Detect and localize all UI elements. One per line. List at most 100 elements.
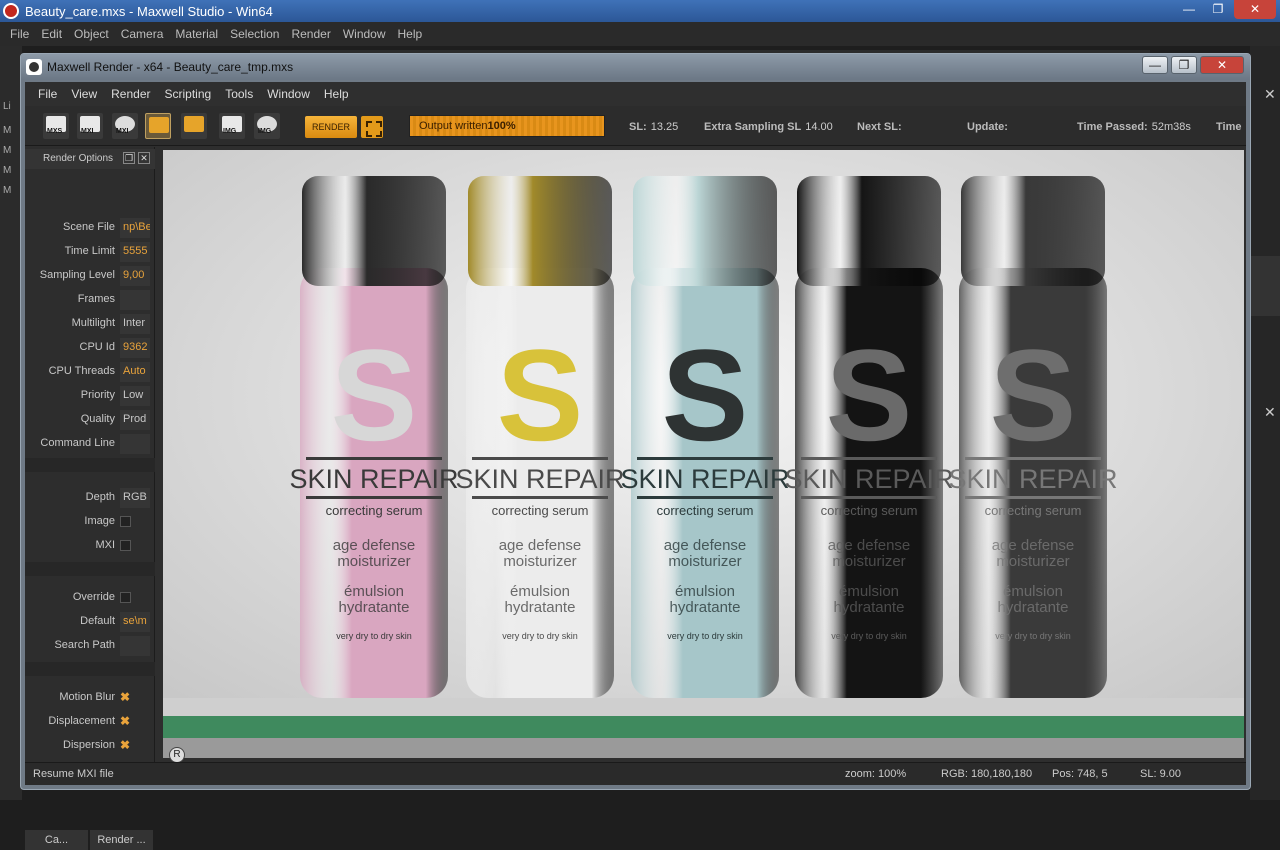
studio-menu-help[interactable]: Help [392,27,429,41]
bottle-logo-letter: S [662,322,749,468]
option-checkbox-mxi[interactable] [120,540,131,551]
render-options-panel: Render Options ❐ ✕ Scene File np\Be Time L… [25,147,155,850]
option-row-command-line: Command Line [25,434,155,454]
option-field-search-path[interactable] [120,636,150,656]
option-row-displacement: Displacement ✖ [25,712,155,732]
option-field-multilight[interactable]: Inter [120,314,150,334]
panel-tabs: Ca... Render ... [25,830,155,850]
studio-menu-material[interactable]: Material [169,27,224,41]
bottle-cap [302,176,446,286]
bottle-logo-letter: S [990,322,1077,468]
studio-menu-window[interactable]: Window [337,27,392,41]
film-strip-icon[interactable] [145,113,171,139]
option-checkbox-image[interactable] [120,516,131,527]
studio-menu-render[interactable]: Render [285,27,336,41]
panel-separator [25,562,155,576]
stat-next-sl: Next SL: [857,121,902,133]
option-label-mxi: MXI [95,539,115,551]
studio-left-dock: Li M M M M [0,46,22,800]
option-row-scene-file: Scene File np\Be [25,218,155,238]
studio-minimize-button[interactable]: — [1176,0,1202,19]
save-image-icon[interactable]: IMG [219,113,245,139]
tab-camera[interactable]: Ca... [25,830,88,850]
status-rgb: RGB: 180,180,180 [941,768,1033,780]
studio-dock-close-icon[interactable]: ✕ [1264,404,1276,421]
option-label-sampling-level: Sampling Level [39,269,115,281]
studio-maximize-button[interactable]: ❐ [1205,0,1231,19]
option-row-sampling-level: Sampling Level 9,00 [25,266,155,286]
studio-right-dock: ✕ ✕ [1250,46,1280,800]
open-mxs-icon[interactable]: MXS [43,113,69,139]
maxwell-minimize-button[interactable]: — [1142,56,1168,74]
studio-menu-selection[interactable]: Selection [224,27,285,41]
maxwell-maximize-button[interactable]: ❐ [1171,56,1197,74]
menu-view[interactable]: View [64,87,104,101]
option-row-time-limit: Time Limit 5555 [25,242,155,262]
studio-dock-close-icon[interactable]: ✕ [1264,86,1276,103]
option-checkbox-override[interactable] [120,592,131,603]
studio-close-button[interactable]: ✕ [1234,0,1276,19]
option-row-motion-blur: Motion Blur ✖ [25,688,155,708]
option-toggle-displacement[interactable]: ✖ [120,714,130,728]
menu-render[interactable]: Render [104,87,157,101]
option-field-time-limit[interactable]: 5555 [120,242,150,262]
bottle-description: hydratante [505,599,576,616]
menu-tools[interactable]: Tools [218,87,260,101]
bottle-description: age defense [664,537,747,554]
panel-close-icon[interactable]: ✕ [138,152,150,164]
maxwell-render-logo-icon [26,59,42,75]
option-label-depth: Depth [85,491,115,503]
shelf-edge [163,716,1244,738]
bottle-rule [965,496,1101,499]
option-field-depth[interactable]: RGB [120,488,150,508]
panel-separator [25,662,155,676]
menu-scripting[interactable]: Scripting [158,87,219,101]
option-field-cpu-id[interactable]: 9362 [120,338,150,358]
option-field-frames[interactable] [120,290,150,310]
studio-menu-file[interactable]: File [4,27,35,41]
status-message: Resume MXI file [33,768,114,780]
option-label-command-line: Command Line [40,437,115,449]
bottle-description: hydratante [998,599,1069,616]
option-toggle-motion-blur[interactable]: ✖ [120,690,130,704]
studio-menu-camera[interactable]: Camera [115,27,170,41]
option-label-multilight: Multilight [71,317,115,329]
bottle-subtitle: correcting serum [821,503,918,518]
render-viewport[interactable]: S SKIN REPAIR correcting serum age defense m… [163,150,1244,758]
bottle-description: age defense [333,537,416,554]
option-row-default: Default se\m [25,612,155,632]
menu-help[interactable]: Help [317,87,356,101]
menu-window[interactable]: Window [260,87,317,101]
viewport-badge-r[interactable]: R [169,747,185,763]
tab-render[interactable]: Render ... [90,830,153,850]
option-label-scene-file: Scene File [63,221,115,233]
bottle-subtitle: correcting serum [985,503,1082,518]
save-image-disc-icon[interactable]: IMG [254,113,280,139]
bottle-footer: very dry to dry skin [831,631,907,641]
open-mxi-icon[interactable]: MXI [77,113,103,139]
option-field-scene-file[interactable]: np\Be [120,218,150,238]
bottle-logo-letter: S [497,322,584,468]
bottle-brand: SKIN REPAIR [784,464,953,494]
bottle-rule [801,496,937,499]
option-field-cpu-threads[interactable]: Auto [120,362,150,382]
menu-file[interactable]: File [31,87,64,101]
render-button[interactable]: RENDER [305,116,357,138]
option-toggle-dispersion[interactable]: ✖ [120,738,130,752]
option-field-sampling-level[interactable]: 9,00 [120,266,150,286]
option-field-priority[interactable]: Low [120,386,150,406]
save-mxi-icon[interactable]: MXI [112,113,138,139]
bottle-rule [306,457,442,460]
maxwell-close-button[interactable]: ✕ [1200,56,1244,74]
studio-menu-object[interactable]: Object [68,27,115,41]
option-field-quality[interactable]: Prod [120,410,150,430]
panel-float-icon[interactable]: ❐ [123,152,135,164]
maxwell-toolbar: MXS MXI MXI IMG IMG RENDER Output writte… [25,106,1246,146]
status-pos: Pos: 748, 5 [1052,768,1108,780]
bottle-rule [637,457,773,460]
studio-menu-edit[interactable]: Edit [35,27,68,41]
region-render-icon[interactable] [361,116,383,138]
refresh-icon[interactable] [181,113,207,139]
option-field-command-line[interactable] [120,434,150,454]
option-field-default[interactable]: se\m [120,612,150,632]
